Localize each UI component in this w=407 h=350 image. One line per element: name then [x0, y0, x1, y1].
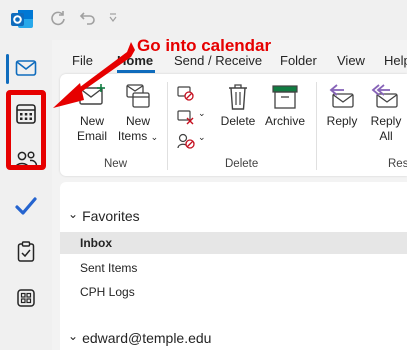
sync-icon[interactable]: [48, 8, 68, 28]
title-bar: [0, 0, 407, 40]
tab-file[interactable]: File: [72, 53, 93, 68]
junk-icon[interactable]: [176, 132, 196, 150]
tab-folder[interactable]: Folder: [280, 53, 317, 68]
folder-sent-items[interactable]: Sent Items: [60, 257, 407, 279]
delete-button[interactable]: Delete: [216, 82, 260, 129]
new-email-label-2: Email: [76, 129, 107, 143]
ribbon-separator: [167, 82, 168, 170]
customize-toolbar-icon[interactable]: [108, 12, 118, 24]
account-header[interactable]: ⌄ edward@temple.edu: [68, 329, 212, 346]
rail-apps[interactable]: [10, 282, 42, 314]
reply-all-icon: [371, 84, 398, 108]
reply-all-label-2: All: [379, 129, 393, 143]
folder-pane: ⌄ Favorites Inbox Sent Items CPH Logs ⌄ …: [60, 182, 407, 350]
favorites-label: Favorites: [82, 208, 140, 224]
new-email-icon: [79, 84, 105, 105]
chevron-down-icon[interactable]: ⌄: [198, 132, 206, 143]
ignore-icon[interactable]: [176, 84, 196, 102]
trash-icon: [229, 84, 247, 110]
clean-up-icon[interactable]: [176, 108, 196, 126]
undo-icon[interactable]: [78, 8, 98, 28]
delete-label: Delete: [220, 114, 256, 128]
account-label: edward@temple.edu: [82, 330, 212, 346]
new-items-label-1: New: [125, 114, 150, 128]
group-label-new: New: [104, 158, 128, 170]
tasks-icon: [17, 241, 35, 262]
chevron-down-icon: ⌄: [68, 329, 79, 343]
reply-icon: [329, 84, 354, 108]
reply-all-button[interactable]: Reply All: [366, 82, 406, 144]
new-items-button[interactable]: New Items ⌄: [116, 82, 160, 145]
chevron-down-icon: ⌄: [68, 207, 79, 221]
active-tab-underline: [117, 70, 155, 73]
rail-mail[interactable]: [10, 52, 42, 84]
chevron-down-icon[interactable]: ⌄: [198, 108, 206, 119]
outlook-logo-icon: [11, 10, 33, 28]
folder-inbox[interactable]: Inbox: [60, 232, 407, 254]
ribbon-separator: [316, 82, 317, 170]
new-email-button[interactable]: New Email: [70, 82, 114, 144]
new-items-label-2: Items ⌄: [116, 129, 160, 145]
archive-button[interactable]: Archive: [262, 82, 308, 129]
folder-cph-logs[interactable]: CPH Logs: [60, 281, 407, 303]
rail-tasks[interactable]: [10, 236, 42, 268]
active-indicator: [6, 54, 9, 84]
reply-all-label-1: Reply: [370, 114, 402, 128]
new-items-label-text: Items: [117, 129, 148, 143]
annotation-highlight-box: [6, 90, 46, 170]
ribbon: New Email New Items ⌄ New ⌄ ⌄ Delete Arc…: [60, 74, 407, 176]
favorites-header[interactable]: ⌄ Favorites: [68, 207, 140, 224]
group-label-respond: Res: [388, 158, 407, 170]
new-email-label-1: New: [79, 114, 104, 128]
rail-todo[interactable]: [10, 190, 42, 222]
apps-icon: [17, 289, 35, 307]
todo-icon: [15, 197, 37, 215]
annotation-text: Go into calendar: [137, 36, 272, 55]
reply-label: Reply: [326, 114, 358, 128]
archive-label: Archive: [264, 114, 305, 128]
mail-icon: [15, 60, 37, 76]
new-items-icon: [126, 84, 150, 108]
group-label-delete: Delete: [225, 158, 259, 170]
reply-button[interactable]: Reply: [322, 82, 362, 129]
chevron-down-icon: ⌄: [150, 132, 159, 142]
archive-icon: [272, 85, 298, 109]
tab-help[interactable]: Help: [384, 53, 407, 68]
tab-view[interactable]: View: [337, 53, 365, 68]
app-rail: [0, 40, 52, 350]
